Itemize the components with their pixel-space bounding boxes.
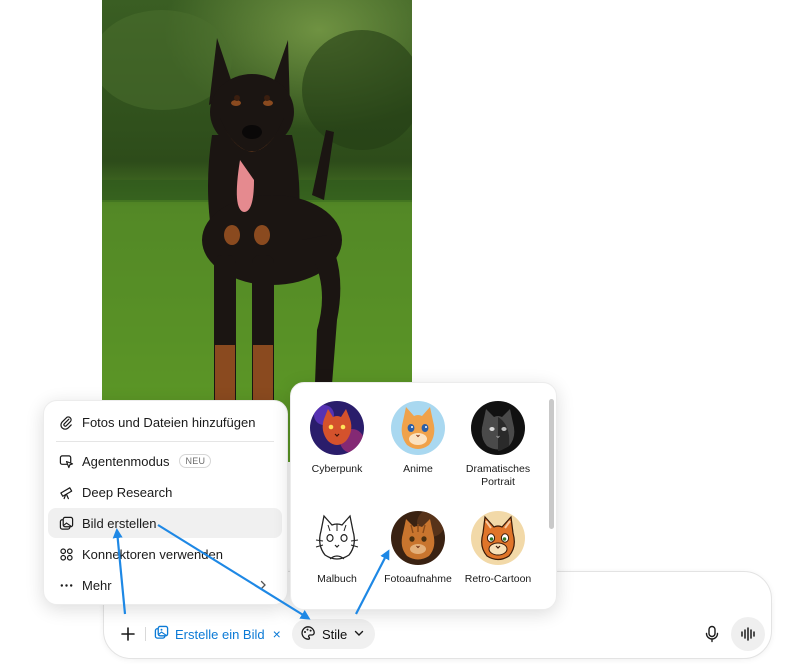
photo-shoot-cat-thumbnail	[391, 511, 445, 565]
style-label: Fotoaufnahme	[384, 573, 452, 585]
menu-item-label: Bild erstellen	[82, 515, 157, 531]
cursor-agent-icon	[58, 453, 74, 469]
cyberpunk-cat-thumbnail	[310, 401, 364, 455]
style-tile-anime[interactable]: Anime	[378, 401, 458, 476]
menu-item-add-files[interactable]: Fotos und Dateien hinzufügen	[48, 407, 282, 437]
anime-cat-thumbnail	[391, 401, 445, 455]
microphone-icon[interactable]	[700, 622, 724, 646]
voice-mode-icon[interactable]	[731, 617, 765, 651]
coloring-book-cat-thumbnail	[310, 511, 364, 565]
menu-item-label: Fotos und Dateien hinzufügen	[82, 414, 256, 430]
styles-button-label: Stile	[322, 626, 348, 642]
styles-dropdown-button[interactable]: Stile	[292, 619, 376, 649]
style-tile-coloring-book[interactable]: Malbuch	[297, 511, 377, 586]
retro-cartoon-cat-thumbnail	[471, 511, 525, 565]
style-tile-dramatic-portrait[interactable]: Dramatisches Portrait	[458, 401, 538, 489]
menu-item-create-image[interactable]: Bild erstellen	[48, 508, 282, 538]
style-label: Cyberpunk	[311, 463, 363, 475]
styles-panel: Cyberpunk Anime Dramatisches Portrait Ma…	[290, 382, 557, 610]
menu-item-deep-research[interactable]: Deep Research	[48, 477, 282, 507]
style-label: Malbuch	[317, 573, 357, 585]
style-label: Anime	[403, 463, 433, 475]
menu-item-label: Konnektoren verwenden	[82, 546, 223, 562]
style-tile-photo-shoot[interactable]: Fotoaufnahme	[378, 511, 458, 586]
menu-item-agent-mode[interactable]: Agentenmodus NEU	[48, 446, 282, 476]
paperclip-icon	[58, 414, 74, 430]
style-label: Retro-Cartoon	[464, 573, 532, 585]
composer-separator	[145, 627, 146, 641]
image-create-icon	[58, 515, 74, 531]
image-create-icon	[154, 625, 169, 643]
style-label: Dramatisches Portrait	[465, 463, 531, 488]
more-dots-icon	[58, 577, 74, 593]
menu-item-label: Mehr	[82, 577, 112, 593]
new-badge: NEU	[179, 454, 212, 468]
menu-item-label: Deep Research	[82, 484, 173, 500]
close-icon[interactable]: ×	[273, 626, 281, 642]
menu-item-label: Agentenmodus	[82, 453, 170, 469]
palette-icon	[300, 625, 316, 644]
style-tile-retro-cartoon[interactable]: Retro-Cartoon	[458, 511, 538, 586]
style-tile-cyberpunk[interactable]: Cyberpunk	[297, 401, 377, 476]
tool-chip-label: Erstelle ein Bild	[175, 626, 265, 642]
telescope-icon	[58, 484, 74, 500]
tools-menu: Fotos und Dateien hinzufügen Agentenmodu…	[43, 400, 288, 605]
menu-item-connectors[interactable]: Konnektoren verwenden	[48, 539, 282, 569]
menu-divider	[56, 441, 274, 442]
connectors-icon	[58, 546, 74, 562]
plus-icon[interactable]	[116, 622, 140, 646]
styles-panel-scrollbar[interactable]	[549, 399, 554, 529]
active-tool-chip[interactable]: Erstelle ein Bild ×	[154, 621, 281, 647]
chevron-down-icon	[353, 627, 365, 642]
dramatic-portrait-cat-thumbnail	[471, 401, 525, 455]
chevron-right-icon	[258, 578, 268, 593]
menu-item-more[interactable]: Mehr	[48, 570, 282, 600]
